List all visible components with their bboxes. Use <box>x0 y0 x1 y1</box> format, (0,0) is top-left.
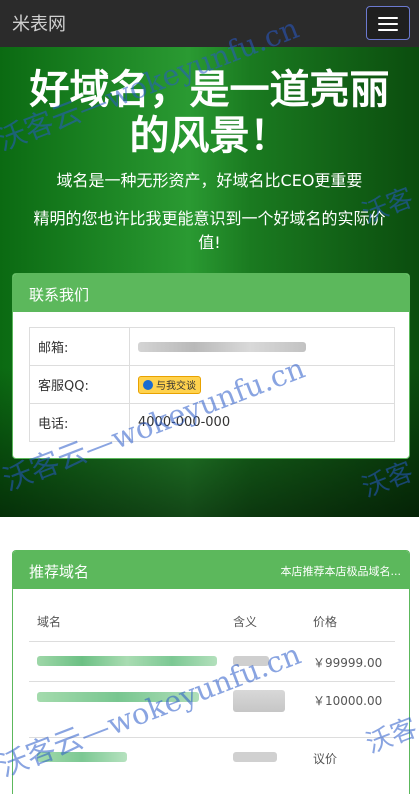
blurred-meaning <box>233 752 277 762</box>
domains-panel-title: 推荐域名 <box>29 563 90 581</box>
hero-subtitle: 域名是一种无形资产，好域名比CEO更重要 <box>56 171 363 190</box>
qq-chat-button[interactable]: 与我交谈 <box>138 375 201 394</box>
top-navbar: 米表网 <box>0 0 419 47</box>
table-row[interactable]: ￥10000.00 <box>29 681 395 738</box>
contact-row-phone: 电话: 4000-000-000 <box>29 403 395 442</box>
contact-panel: 联系我们 邮箱: 客服QQ: 与我交谈 电话: 4000-000-000 <box>12 273 410 459</box>
domains-panel-header: 推荐域名 本店推荐本店极品域名... <box>13 551 409 589</box>
qq-chat-label: 与我交谈 <box>156 381 196 392</box>
hero-title: 好域名，是一道亮丽 的风景！ <box>0 67 419 159</box>
hamburger-icon <box>378 29 398 31</box>
column-header-domain: 域名 <box>37 615 62 629</box>
domain-price: 议价 <box>313 752 338 766</box>
column-header-price: 价格 <box>313 615 338 629</box>
column-header-meaning: 含义 <box>233 615 258 629</box>
hero-desc-line1: 精明的您也许比我更能意识到一个好域名的实际价 <box>33 209 386 228</box>
site-brand[interactable]: 米表网 <box>12 10 66 36</box>
phone-label: 电话: <box>29 403 130 442</box>
email-label: 邮箱: <box>29 327 130 366</box>
hamburger-icon <box>378 23 398 25</box>
domains-panel: 推荐域名 本店推荐本店极品域名... 域名 含义 价格 ￥99999.00 ￥1… <box>12 550 410 794</box>
blurred-domain-name[interactable] <box>37 752 127 762</box>
blurred-domain-name[interactable] <box>37 656 217 666</box>
domain-price: ￥10000.00 <box>313 694 383 708</box>
blurred-meaning <box>233 656 269 666</box>
contact-row-qq: 客服QQ: 与我交谈 <box>29 365 395 404</box>
table-row[interactable]: ￥99999.00 <box>29 641 395 682</box>
contact-panel-title: 联系我们 <box>29 286 90 304</box>
qq-value: 与我交谈 <box>129 365 395 404</box>
hero-title-line2: 的风景！ <box>129 113 290 159</box>
qq-penguin-icon <box>143 379 153 390</box>
hero-description: 精明的您也许比我更能意识到一个好域名的实际价 值! <box>6 207 413 255</box>
qq-label: 客服QQ: <box>29 365 130 404</box>
domain-price: ￥99999.00 <box>313 656 383 670</box>
domains-panel-extra[interactable]: 本店推荐本店极品域名... <box>281 563 402 579</box>
menu-toggle-button[interactable] <box>366 6 410 40</box>
table-row[interactable]: 议价 <box>29 737 395 778</box>
blurred-domain-name[interactable] <box>37 692 199 702</box>
contact-table: 邮箱: 客服QQ: 与我交谈 电话: 4000-000-000 <box>29 327 395 442</box>
hamburger-icon <box>378 17 398 19</box>
phone-value: 4000-000-000 <box>129 403 395 442</box>
blurred-meaning <box>233 690 285 712</box>
blurred-email <box>138 341 306 352</box>
contact-row-email: 邮箱: <box>29 327 395 366</box>
contact-panel-header: 联系我们 <box>13 274 409 312</box>
email-value <box>129 327 395 366</box>
hero-desc-line2: 值! <box>198 233 221 252</box>
hero-title-line1: 好域名，是一道亮丽 <box>29 67 390 113</box>
